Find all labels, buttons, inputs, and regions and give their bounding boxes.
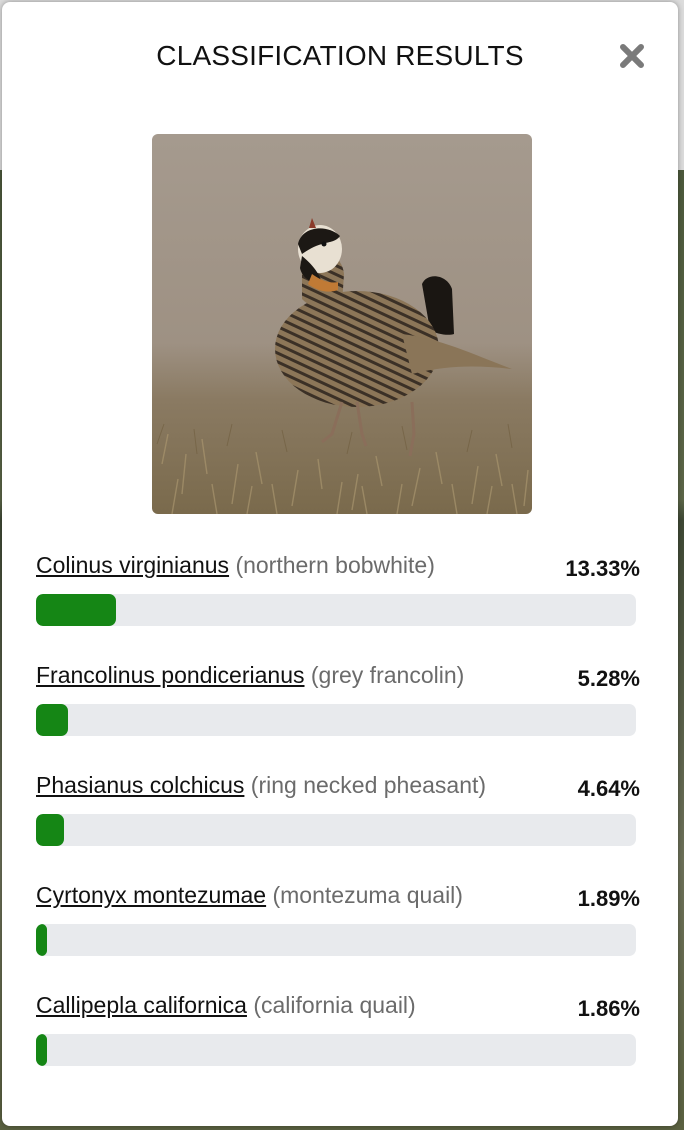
confidence-percent: 1.86% (577, 996, 640, 1021)
classification-modal: CLASSIFICATION RESULTS Colinus virginian… (2, 2, 678, 1126)
species-link[interactable]: Colinus virginianus (36, 552, 229, 578)
confidence-bar-track (36, 1034, 636, 1066)
result-item: Colinus virginianus (northern bobwhite) … (36, 550, 640, 660)
confidence-bar-fill (36, 814, 64, 846)
common-name: (northern bobwhite) (235, 552, 435, 578)
confidence-percent: 5.28% (577, 666, 640, 691)
confidence-bar-fill (36, 704, 68, 736)
confidence-bar-fill (36, 1034, 48, 1066)
result-item: Callipepla californica (california quail… (36, 990, 640, 1100)
bird-photo (152, 134, 532, 514)
species-link[interactable]: Francolinus pondicerianus (36, 662, 305, 688)
confidence-bar-fill (36, 594, 116, 626)
confidence-bar-track (36, 814, 636, 846)
close-button[interactable] (616, 40, 648, 72)
confidence-bar-fill (36, 924, 48, 956)
confidence-percent: 13.33% (565, 556, 640, 581)
species-link[interactable]: Cyrtonyx montezumae (36, 882, 266, 908)
result-item: Phasianus colchicus (ring necked pheasan… (36, 770, 640, 880)
common-name: (ring necked pheasant) (250, 772, 487, 798)
confidence-percent: 4.64% (577, 776, 640, 801)
common-name: (montezuma quail) (272, 882, 463, 908)
results-list: Colinus virginianus (northern bobwhite) … (36, 550, 640, 1100)
species-link[interactable]: Phasianus colchicus (36, 772, 244, 798)
confidence-bar-track (36, 594, 636, 626)
result-item: Francolinus pondicerianus (grey francoli… (36, 660, 640, 770)
modal-title: CLASSIFICATION RESULTS (156, 40, 524, 71)
close-icon (620, 44, 644, 68)
common-name: (california quail) (253, 992, 416, 1018)
common-name: (grey francolin) (310, 662, 465, 688)
confidence-bar-track (36, 704, 636, 736)
species-link[interactable]: Callipepla californica (36, 992, 247, 1018)
confidence-percent: 1.89% (577, 886, 640, 911)
confidence-bar-track (36, 924, 636, 956)
result-item: Cyrtonyx montezumae (montezuma quail) 1.… (36, 880, 640, 990)
